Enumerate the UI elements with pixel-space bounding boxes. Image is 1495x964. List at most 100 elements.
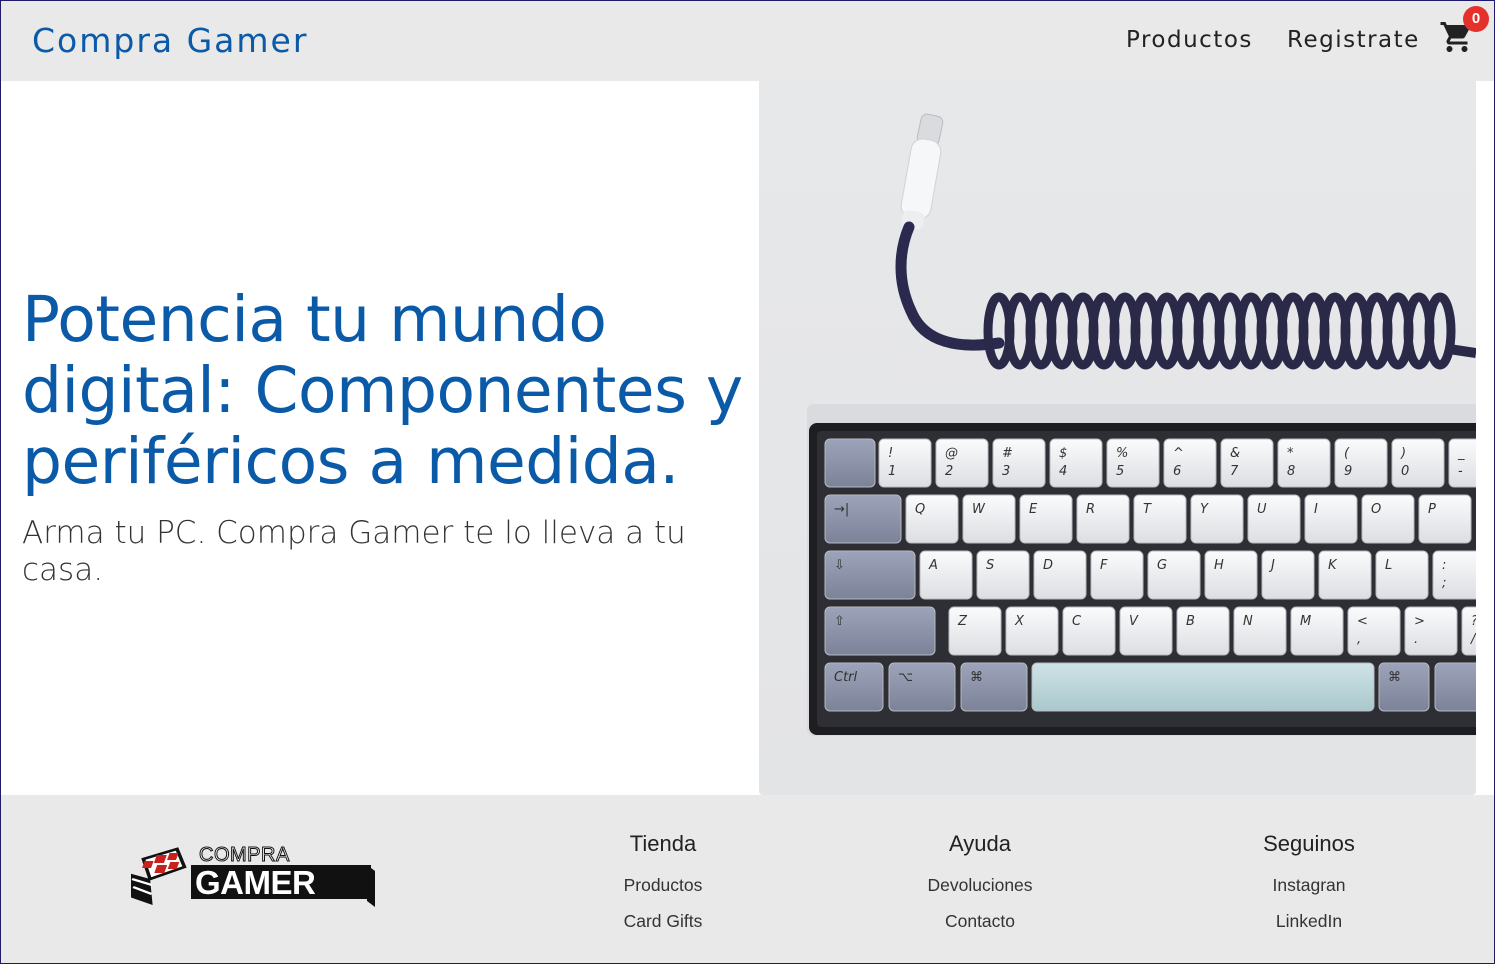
footer-link-linkedin[interactable]: LinkedIn [1209, 911, 1409, 932]
cable-tail [1448, 344, 1476, 358]
svg-text:2: 2 [945, 464, 953, 479]
key: J [1261, 550, 1315, 600]
svg-text:8: 8 [1287, 464, 1295, 479]
svg-text:Q: Q [915, 502, 925, 517]
keyboard-photo: !1@2#3$4%5^6&7*8(9)0_-→| Q W E R T Y U I O P⇩ A S D F G… [759, 81, 1476, 795]
key: E [1019, 494, 1073, 544]
svg-text:<: < [1357, 614, 1368, 629]
footer-link-devoluciones[interactable]: Devoluciones [880, 875, 1080, 896]
svg-text:;: ; [1442, 576, 1446, 591]
svg-text:4: 4 [1059, 464, 1067, 479]
svg-text:?: ? [1471, 614, 1476, 629]
svg-text:M: M [1300, 614, 1311, 629]
svg-text:I: I [1314, 502, 1318, 517]
key: D [1033, 550, 1087, 600]
footer-link-instagram[interactable]: Instagran [1209, 875, 1409, 896]
footer-heading-tienda: Tienda [629, 831, 697, 856]
brand-link[interactable]: Compra Gamer [32, 21, 308, 60]
svg-text:C: C [1072, 614, 1082, 629]
key-space [1031, 662, 1375, 712]
key: (9 [1334, 438, 1388, 488]
key-shift: ⇧ [824, 606, 936, 656]
footer-heading-ayuda: Ayuda [949, 831, 1011, 856]
nav-productos[interactable]: Productos [1126, 27, 1253, 53]
svg-text:&: & [1230, 446, 1240, 461]
compra-gamer-logo[interactable]: COMPRA GAMER [131, 841, 381, 911]
svg-text:R: R [1086, 502, 1095, 517]
svg-text:W: W [972, 502, 986, 517]
key-fn [1434, 662, 1476, 712]
svg-text:⌘: ⌘ [1388, 670, 1401, 685]
header: Compra Gamer Productos Registrate 0 [1, 1, 1494, 81]
svg-text:P: P [1428, 502, 1436, 517]
svg-text:COMPRA: COMPRA [199, 844, 290, 866]
key-esc [824, 438, 876, 488]
svg-text:*: * [1287, 446, 1294, 461]
key: O [1361, 494, 1415, 544]
key-tab: →| [824, 494, 902, 544]
svg-text:U: U [1257, 502, 1267, 517]
svg-text:@: @ [945, 446, 958, 461]
key: B [1176, 606, 1230, 656]
svg-text:N: N [1243, 614, 1253, 629]
svg-text:#: # [1002, 446, 1013, 461]
svg-text:1: 1 [888, 464, 896, 479]
key: !1 [878, 438, 932, 488]
key: X [1005, 606, 1059, 656]
footer-heading-seguinos: Seguinos [1263, 831, 1355, 856]
svg-text:E: E [1029, 502, 1038, 517]
svg-text:0: 0 [1401, 464, 1409, 479]
footer-link-card-gifts[interactable]: Card Gifts [563, 911, 763, 932]
svg-text:H: H [1214, 558, 1224, 573]
svg-text:5: 5 [1116, 464, 1124, 479]
key: T [1133, 494, 1187, 544]
svg-text:A: A [928, 558, 938, 573]
svg-text:B: B [1186, 614, 1195, 629]
key: I [1304, 494, 1358, 544]
key: <, [1347, 606, 1401, 656]
key-caps: ⇩ [824, 550, 916, 600]
key: )0 [1391, 438, 1445, 488]
svg-text:!: ! [888, 446, 893, 461]
svg-text:%: % [1116, 446, 1128, 461]
svg-text:S: S [986, 558, 994, 573]
svg-text:F: F [1100, 558, 1108, 573]
svg-text:⌥: ⌥ [898, 670, 913, 685]
svg-text:⇩: ⇩ [834, 558, 845, 573]
svg-text:): ) [1400, 446, 1406, 461]
key: F [1090, 550, 1144, 600]
svg-text:O: O [1371, 502, 1381, 517]
svg-text:/: / [1470, 632, 1476, 647]
key: H [1204, 550, 1258, 600]
svg-text:Ctrl: Ctrl [834, 670, 858, 685]
svg-text:-: - [1458, 464, 1463, 479]
hero-text: Potencia tu mundo digital: Componentes y… [22, 284, 762, 589]
nav-registrate[interactable]: Registrate [1287, 27, 1420, 53]
footer-col-tienda: Tienda Productos Card Gifts [563, 831, 763, 947]
svg-text:X: X [1014, 614, 1025, 629]
footer-link-contacto[interactable]: Contacto [880, 911, 1080, 932]
key: &7 [1220, 438, 1274, 488]
footer-link-productos[interactable]: Productos [563, 875, 763, 896]
page-frame: Compra Gamer Productos Registrate 0 Pote… [0, 0, 1495, 964]
key: A [919, 550, 973, 600]
key: >. [1404, 606, 1458, 656]
key: W [962, 494, 1016, 544]
svg-text:Z: Z [957, 614, 968, 629]
svg-text:_: _ [1457, 446, 1465, 461]
key: ?/ [1461, 606, 1476, 656]
svg-text::: : [1442, 558, 1446, 573]
footer-col-ayuda: Ayuda Devoluciones Contacto [880, 831, 1080, 947]
svg-text:3: 3 [1002, 464, 1010, 479]
key: *8 [1277, 438, 1331, 488]
key: V [1119, 606, 1173, 656]
svg-text:K: K [1328, 558, 1338, 573]
svg-text:,: , [1357, 632, 1361, 647]
key: Z [948, 606, 1002, 656]
key: Y [1190, 494, 1244, 544]
key-ctrl: Ctrl [824, 662, 884, 712]
key-command: ⌘ [960, 662, 1028, 712]
svg-text:G: G [1157, 558, 1167, 573]
svg-text:>: > [1414, 614, 1425, 629]
footer-col-seguinos: Seguinos Instagran LinkedIn [1209, 831, 1409, 947]
